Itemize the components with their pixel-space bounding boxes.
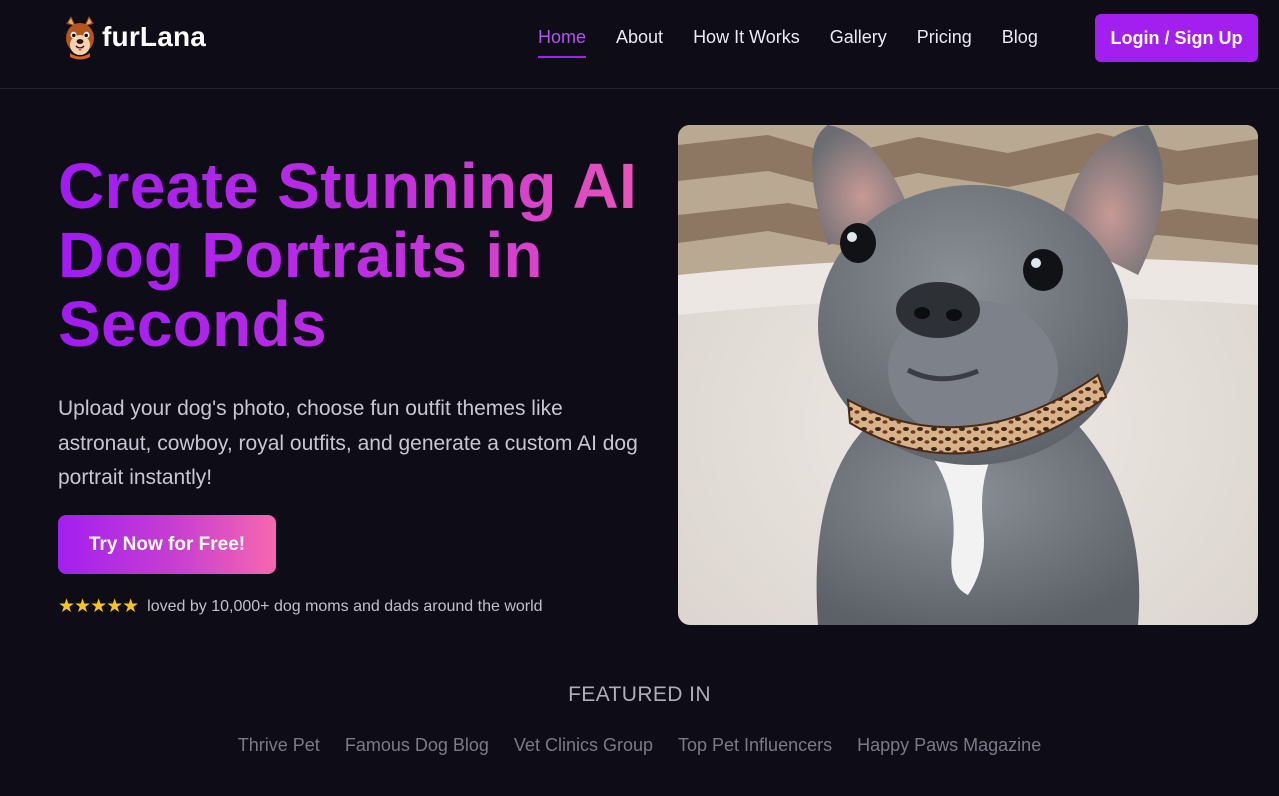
french-bulldog-puppy-photo xyxy=(678,125,1258,625)
rating-row: ★★★★★ loved by 10,000+ dog moms and dads… xyxy=(58,596,543,618)
featured-item: Top Pet Influencers xyxy=(678,735,833,755)
main-nav: Home About How It Works Gallery Pricing … xyxy=(538,26,1068,58)
featured-item: Famous Dog Blog xyxy=(344,735,489,755)
login-signup-button[interactable]: Login / Sign Up xyxy=(1095,14,1258,62)
featured-title: FEATURED IN xyxy=(568,683,711,706)
try-now-button[interactable]: Try Now for Free! xyxy=(58,515,276,574)
featured-item: Happy Paws Magazine xyxy=(857,735,1042,755)
nav-blog[interactable]: Blog xyxy=(1002,26,1038,56)
featured-item: Vet Clinics Group xyxy=(513,735,653,755)
brand-logo[interactable]: furLana xyxy=(62,14,206,60)
top-navigation-bar: furLana Home About How It Works Gallery … xyxy=(0,0,1279,89)
nav-how-it-works[interactable]: How It Works xyxy=(693,26,800,56)
nav-home[interactable]: Home xyxy=(538,26,587,58)
nav-about[interactable]: About xyxy=(616,26,663,56)
brand-name: furLana xyxy=(102,21,207,52)
nav-gallery[interactable]: Gallery xyxy=(830,26,887,56)
featured-list: Thrive Pet Famous Dog Blog Vet Clinics G… xyxy=(0,735,1279,756)
hero-headline: Create Stunning AI Dog Portraits in Seco… xyxy=(58,152,668,359)
rating-text: loved by 10,000+ dog moms and dads aroun… xyxy=(147,598,543,615)
nav-pricing[interactable]: Pricing xyxy=(917,26,972,56)
rating-stars-icon: ★★★★★ xyxy=(58,596,139,617)
hero-subtext: Upload your dog's photo, choose fun outf… xyxy=(58,397,638,489)
dog-face-icon xyxy=(66,16,94,60)
featured-item: Thrive Pet xyxy=(237,735,320,755)
